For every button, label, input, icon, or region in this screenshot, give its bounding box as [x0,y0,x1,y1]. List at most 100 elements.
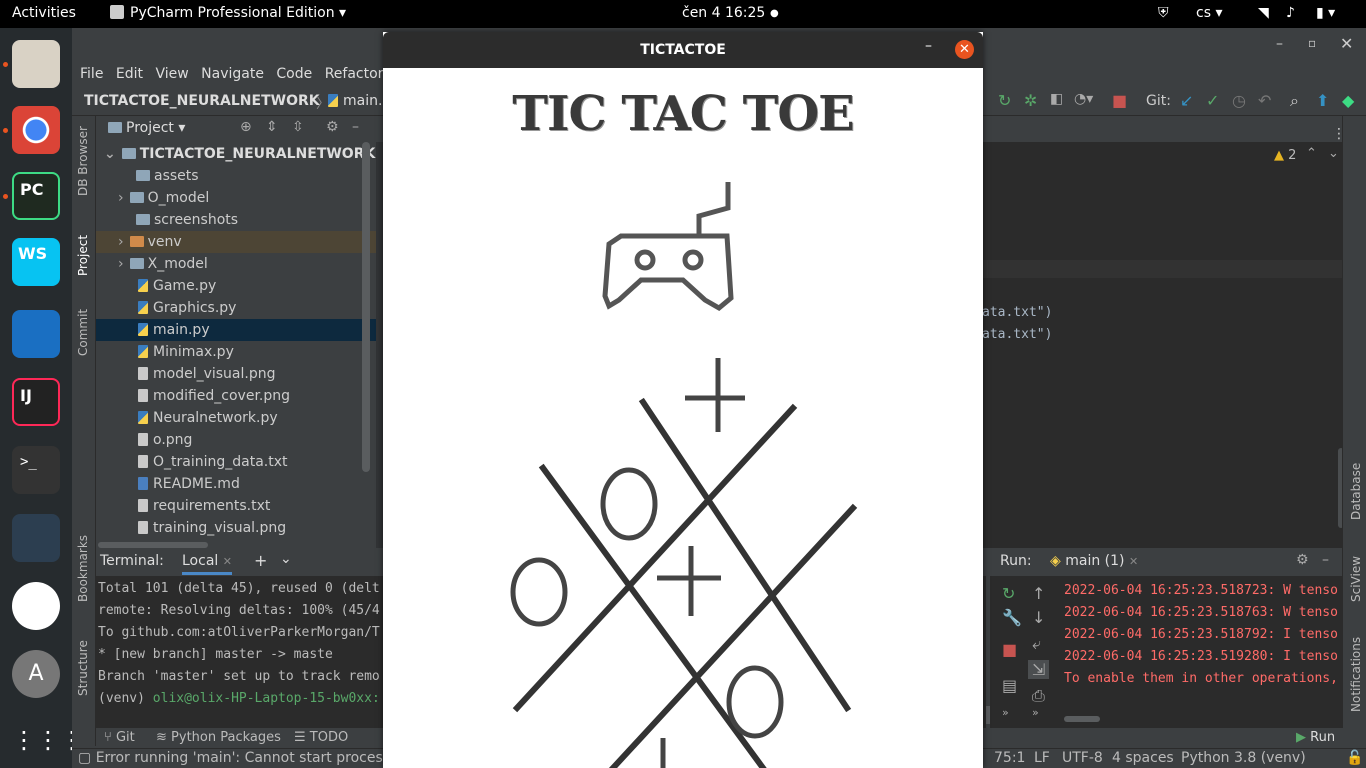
structure-tab[interactable]: Structure [76,640,90,696]
status-message[interactable]: ▢ Error running 'main': Cannot start pro… [78,750,395,766]
more-icon[interactable]: » [1002,706,1009,719]
locate-icon[interactable]: ⊕ [240,119,252,135]
android-studio-icon[interactable] [12,582,60,630]
menu-view[interactable]: View [155,66,188,82]
menu-navigate[interactable]: Navigate [201,66,264,82]
down-icon[interactable]: ↓ [1032,608,1045,627]
menu-code[interactable]: Code [276,66,312,82]
tree-item-minimax-py[interactable]: Minimax.py [138,341,234,363]
chrome-icon[interactable] [12,106,60,154]
wrench-icon[interactable]: 🔧 [1002,608,1022,627]
activities-button[interactable]: Activities [12,5,76,21]
pycharm-icon[interactable]: PC [12,172,60,220]
lock-icon[interactable]: 🔓 [1346,750,1363,766]
scroll-to-end-icon[interactable]: ⇲ [1028,660,1050,679]
clock[interactable]: čen 4 16:25 [682,5,765,21]
game-minimize-button[interactable]: – [925,38,932,54]
tree-item-venv[interactable]: › venv [96,231,376,253]
coverage-icon[interactable]: ◧ [1050,91,1063,107]
tree-root[interactable]: ⌄ TICTACTOE_NEURALNETWORK [104,143,375,165]
minimize-button[interactable]: – [1276,36,1283,52]
apps-grid-icon[interactable]: ⋮⋮⋮ [12,716,84,764]
menu-file[interactable]: File [80,66,103,82]
menu-edit[interactable]: Edit [116,66,143,82]
chevron-down-icon[interactable]: ⌄ [280,551,292,567]
game-close-button[interactable]: ✕ [955,40,974,59]
software-updater-icon[interactable]: A [12,650,60,698]
rerun-icon[interactable]: ↻ [1002,584,1015,603]
tree-item-o-model[interactable]: › O_model [118,187,209,209]
gear-icon[interactable]: ⚙ [326,119,339,135]
terminal-icon[interactable]: >_ [12,446,60,494]
python-packages-tab[interactable]: ≋ Python Packages [156,730,281,745]
intellij-icon[interactable]: IJ [12,378,60,426]
network-icon[interactable] [12,514,60,562]
keyboard-lang[interactable]: cs ▾ [1196,5,1222,21]
tree-item-graphics-py[interactable]: Graphics.py [138,297,236,319]
close-tab-icon[interactable]: ✕ [223,555,232,568]
run-tool-tab[interactable]: ▶ Run [1296,730,1335,745]
up-icon[interactable]: ↑ [1032,584,1045,603]
file-encoding[interactable]: UTF-8 [1062,750,1103,766]
project-view-selector[interactable]: Project ▾ [108,120,185,136]
git-rollback-icon[interactable]: ↶ [1258,91,1271,110]
project-scrollbar[interactable] [362,142,370,472]
hide-icon[interactable]: – [352,119,359,135]
expand-all-icon[interactable]: ⇕ [266,119,278,135]
tree-item-main-py[interactable]: main.py [96,319,376,341]
maximize-button[interactable]: ▫ [1308,36,1316,50]
notifications-tab[interactable]: Notifications [1349,637,1363,712]
soft-wrap-icon[interactable]: ⤶ [1032,634,1041,654]
menu-refactor[interactable]: Refactor [325,66,384,82]
git-update-icon[interactable]: ↙ [1180,91,1193,110]
commit-tab[interactable]: Commit [76,309,90,356]
files-icon[interactable] [12,40,60,88]
git-tool-tab[interactable]: ⑂ Git [104,730,135,745]
line-separator[interactable]: LF [1034,750,1050,766]
tree-item-o-training-data[interactable]: O_training_data.txt [138,451,288,473]
run-hscrollbar[interactable] [1064,716,1100,722]
tree-item-requirements[interactable]: requirements.txt [138,495,270,517]
print-icon[interactable]: ⎙ [1032,686,1045,706]
layout-icon[interactable]: ▤ [1002,676,1017,695]
breadcrumb-project[interactable]: TICTACTOE_NEURALNETWORK [84,93,320,109]
project-tab[interactable]: Project [76,235,90,276]
prev-highlight-icon[interactable]: ⌃ [1306,146,1317,161]
tree-item-game-py[interactable]: Game.py [138,275,216,297]
more-icon[interactable]: » [1032,706,1039,719]
todo-tab[interactable]: ☰ TODO [294,730,348,745]
battery-icon[interactable]: ▮ ▾ [1316,5,1335,21]
indent-setting[interactable]: 4 spaces [1112,750,1174,766]
bookmarks-tab[interactable]: Bookmarks [76,535,90,602]
tree-item-model-visual[interactable]: model_visual.png [138,363,276,385]
webstorm-icon[interactable]: WS [12,238,60,286]
tree-item-x-model[interactable]: › X_model [118,253,208,275]
warning-icon[interactable]: ▲ 2 [1274,148,1296,163]
tree-item-assets[interactable]: assets [136,165,199,187]
terminal-tab-local[interactable]: Local ✕ [182,553,232,575]
cursor-position[interactable]: 75:1 [994,750,1025,766]
close-tab-icon[interactable]: ✕ [1129,555,1138,568]
git-history-icon[interactable]: ◷ [1232,91,1246,110]
update-icon[interactable]: ⬆ [1316,91,1329,110]
run-tab-main[interactable]: ◈ main (1) ✕ [1050,553,1138,569]
search-icon[interactable]: ⌕ [1290,91,1299,111]
gear-icon[interactable]: ⚙ [1296,552,1309,568]
wifi-icon[interactable]: ◥ [1258,5,1269,21]
tree-item-readme[interactable]: README.md [138,473,240,495]
next-highlight-icon[interactable]: ⌄ [1328,146,1339,161]
hide-icon[interactable]: – [1322,552,1329,568]
jetbrains-icon[interactable]: ◆ [1342,91,1354,110]
tree-item-modified-cover[interactable]: modified_cover.png [138,385,290,407]
tree-item-neuralnetwork-py[interactable]: Neuralnetwork.py [138,407,278,429]
python-interpreter[interactable]: Python 3.8 (venv) [1181,750,1306,766]
profile-icon[interactable]: ◔▾ [1074,91,1093,107]
tree-item-screenshots[interactable]: screenshots [136,209,238,231]
shield-icon[interactable]: ⛨ [1158,5,1169,21]
text-editor-icon[interactable] [12,310,60,358]
rerun-icon[interactable]: ↻ [998,91,1011,110]
sciview-tab[interactable]: SciView [1349,556,1363,602]
database-tab[interactable]: Database [1349,463,1363,520]
tree-item-o-png[interactable]: o.png [138,429,192,451]
collapse-all-icon[interactable]: ⇳ [292,119,304,135]
